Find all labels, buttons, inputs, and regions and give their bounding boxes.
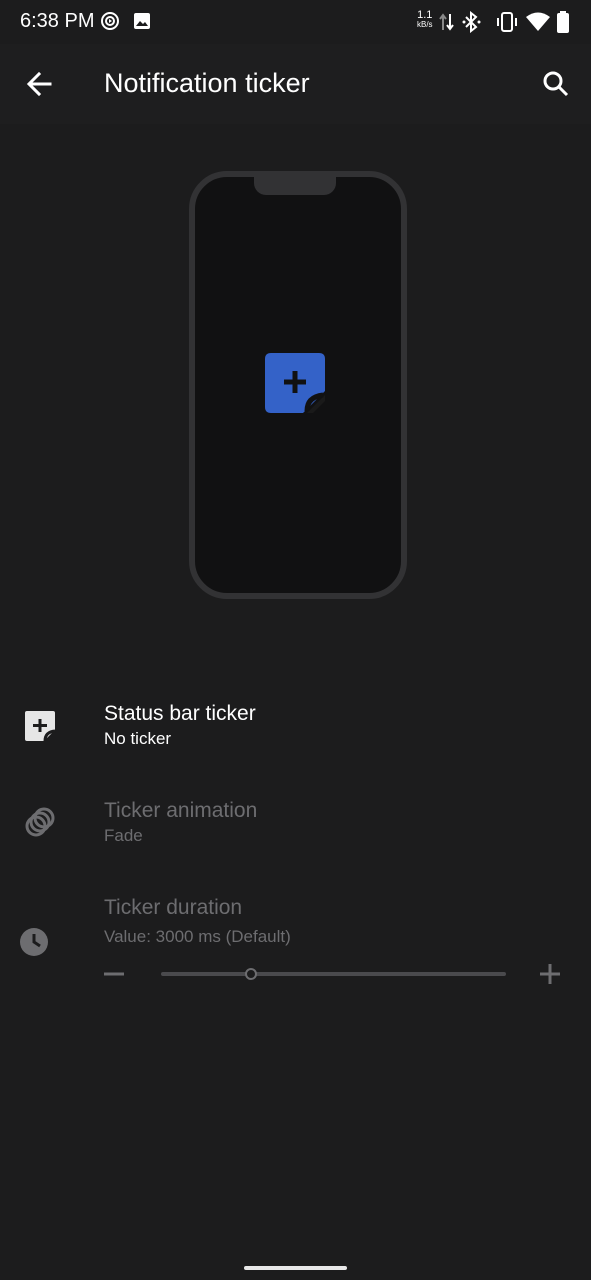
page-title: Notification ticker — [104, 68, 310, 98]
status-bar-ticker-summary: No ticker — [104, 729, 172, 748]
rings-icon — [25, 807, 55, 837]
wifi-icon — [526, 12, 550, 31]
ticker-animation-setting[interactable] — [0, 785, 591, 865]
slider-thumb[interactable] — [244, 968, 257, 980]
home-indicator[interactable] — [244, 1266, 347, 1270]
vibrate-icon — [497, 12, 517, 32]
note-add-icon — [265, 353, 325, 413]
increase-button[interactable] — [536, 960, 564, 988]
status-bar-ticker-title: Status bar ticker — [104, 702, 256, 725]
app-bar: Notification ticker — [0, 44, 591, 124]
status-bar: 6:38 PM 1.1 kB/s — [0, 0, 591, 44]
ticker-animation-title: Ticker animation — [104, 799, 258, 822]
search-icon[interactable] — [536, 64, 576, 104]
bluetooth-icon — [462, 11, 481, 33]
ticker-animation-summary: Fade — [104, 826, 143, 845]
duration-slider[interactable] — [161, 972, 506, 976]
ticker-duration-title: Ticker duration — [104, 896, 243, 919]
ticker-duration-value: Value: 3000 ms (Default) — [104, 927, 291, 946]
battery-icon — [557, 11, 569, 33]
note-add-icon — [25, 711, 56, 742]
status-time: 6:38 PM — [20, 10, 95, 32]
data-updown-icon — [439, 13, 454, 31]
clock-icon — [20, 928, 48, 956]
play-circle-icon — [101, 12, 119, 30]
back-button[interactable] — [20, 64, 60, 104]
decrease-button[interactable] — [100, 960, 128, 988]
status-bar-ticker-setting[interactable] — [0, 690, 591, 770]
phone-notch — [254, 175, 336, 195]
ticker-duration-setting — [0, 885, 591, 995]
image-icon — [134, 13, 150, 29]
network-speed-unit: kB/s — [417, 20, 433, 29]
network-speed: 1.1 kB/s — [417, 10, 433, 30]
